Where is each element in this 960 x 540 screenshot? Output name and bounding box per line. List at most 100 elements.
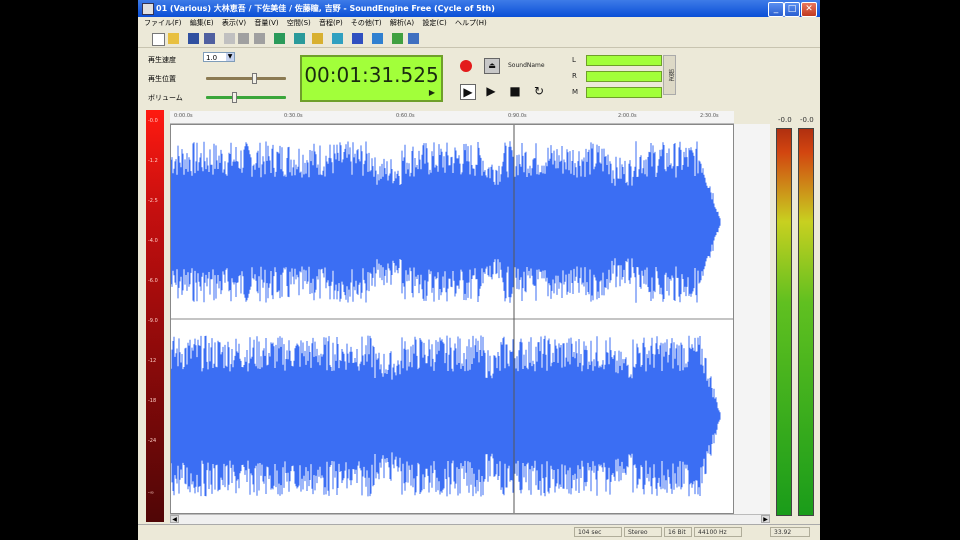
waveform-side-panel [734,124,770,514]
db-tick: -∞ [148,490,154,496]
db-scale: -0.0 -1.2 -2.5 -4.0 -6.0 -9.0 -12 -18 -2… [146,110,164,522]
stop-button[interactable]: ■ [508,84,522,98]
position-label: 再生位置 [148,75,176,83]
spectrum-icon[interactable] [392,33,403,44]
status-length: 104 sec [574,527,622,537]
app-icon [142,3,154,15]
meter-m-label: M [572,88,579,96]
scroll-right-icon[interactable]: ▶ [761,515,770,523]
transport-panel: ⏏ SoundName ▶ ▶ ■ ↻ L R M 設定 [452,52,810,104]
stop-record-icon[interactable]: ⏏ [484,58,500,74]
db-tick: -0.0 [148,118,158,124]
record-button[interactable] [460,60,472,72]
vu-meter-right [798,128,814,516]
speed-value: 1.0 [206,54,218,62]
side-settings-button[interactable]: 設定 [663,55,676,95]
open-folder-icon[interactable] [168,33,179,44]
waveform-channel [171,335,721,497]
ruler-label: 0:30.0s [284,113,303,119]
menu-file[interactable]: ファイル(F) [144,17,182,29]
meter-r-bar [586,71,662,82]
cut-icon[interactable] [224,33,235,44]
toolbar [138,30,820,48]
ruler-label: 0:90.0s [508,113,527,119]
close-button[interactable]: ✕ [801,2,817,17]
undo-icon[interactable] [238,33,249,44]
save-icon[interactable] [188,33,199,44]
meter-l-label: L [572,56,576,64]
volume-label: ボリューム [148,94,183,102]
scroll-left-icon[interactable]: ◀ [170,515,179,523]
time-display: 00:01:31.525 ▶ [300,55,443,102]
zoom-in-icon[interactable] [274,33,285,44]
status-samplerate: 44100 Hz [694,527,742,537]
sound-name-label: SoundName [508,62,545,69]
menu-other[interactable]: その他(T) [351,17,382,29]
wave-icon[interactable] [352,33,363,44]
maximize-button[interactable]: □ [784,2,800,17]
window-title: 01 (Various) 大林恵吾 / 下佐美佳 / 佐藤瞳, 吉野 - Sou… [156,4,495,13]
waveform-view[interactable] [170,124,734,514]
db-tick: -12 [148,358,157,364]
position-slider-thumb[interactable] [252,73,257,84]
status-extra: 33.92 [770,527,810,537]
ruler-label: 2:30.0s [700,113,719,119]
marker-icon[interactable] [312,33,323,44]
speed-label: 再生速度 [148,56,176,64]
waveform-channel [171,141,721,303]
meter-l-bar [586,55,662,66]
lcd-arrow-icon: ▶ [428,88,435,97]
db-tick: -9.0 [148,318,158,324]
vu-left-peak: -0.0 [778,116,792,124]
db-tick: -24 [148,438,157,444]
new-file-icon[interactable] [152,33,165,46]
ruler-label: 2:00.0s [618,113,637,119]
volume-slider[interactable] [206,92,286,103]
menu-volume[interactable]: 音量(V) [254,17,278,29]
db-tick: -6.0 [148,278,158,284]
redo-icon[interactable] [254,33,265,44]
zoom-out-icon[interactable] [294,33,305,44]
title-bar: 01 (Various) 大林恵吾 / 下佐美佳 / 佐藤瞳, 吉野 - Sou… [138,0,820,17]
loop-icon[interactable] [332,33,343,44]
menu-space[interactable]: 空間(S) [287,17,311,29]
analyze-icon[interactable] [372,33,383,44]
horizontal-scrollbar[interactable]: ◀ ▶ [170,514,770,524]
ruler-label: 0:00.0s [174,113,193,119]
chevron-down-icon: ▼ [226,53,234,61]
time-ruler: 0:00.0s 0:30.0s 0:60.0s 0:90.0s 2:00.0s … [170,111,734,124]
application-window: 01 (Various) 大林恵吾 / 下佐美佳 / 佐藤瞳, 吉野 - Sou… [138,0,820,540]
menu-analyze[interactable]: 解析(A) [390,17,414,29]
menu-edit[interactable]: 編集(E) [190,17,214,29]
meter-r: R [572,71,672,82]
position-slider[interactable] [206,73,286,84]
speed-select[interactable]: 1.0 ▼ [203,52,235,62]
time-readout: 00:01:31.525 [304,63,439,87]
waveform-canvas [171,125,733,513]
meter-l: L [572,55,672,66]
play-selection-button[interactable]: ▶ [460,84,476,100]
status-channels: Stereo [624,527,662,537]
loop-button[interactable]: ↻ [532,84,546,98]
save-as-icon[interactable] [204,33,215,44]
menu-help[interactable]: ヘルプ(H) [455,17,487,29]
status-bar: 104 sec Stereo 16 Bit 44100 Hz 33.92 [138,524,820,539]
menu-view[interactable]: 表示(V) [222,17,246,29]
meter-r-label: R [572,72,577,80]
menu-pitch[interactable]: 音程(P) [319,17,343,29]
db-tick: -18 [148,398,157,404]
menu-bar: ファイル(F) 編集(E) 表示(V) 音量(V) 空間(S) 音程(P) その… [138,17,820,29]
db-tick: -4.0 [148,238,158,244]
meter-m: M [572,87,672,98]
menu-settings[interactable]: 設定(C) [422,17,446,29]
play-button[interactable]: ▶ [484,84,498,98]
minimize-button[interactable]: _ [768,2,784,17]
volume-slider-thumb[interactable] [232,92,237,103]
vu-meter-left [776,128,792,516]
settings-icon[interactable] [408,33,419,44]
status-bitdepth: 16 Bit [664,527,692,537]
vu-right-peak: -0.0 [800,116,814,124]
meter-m-bar [586,87,662,98]
db-tick: -2.5 [148,198,158,204]
ruler-label: 0:60.0s [396,113,415,119]
